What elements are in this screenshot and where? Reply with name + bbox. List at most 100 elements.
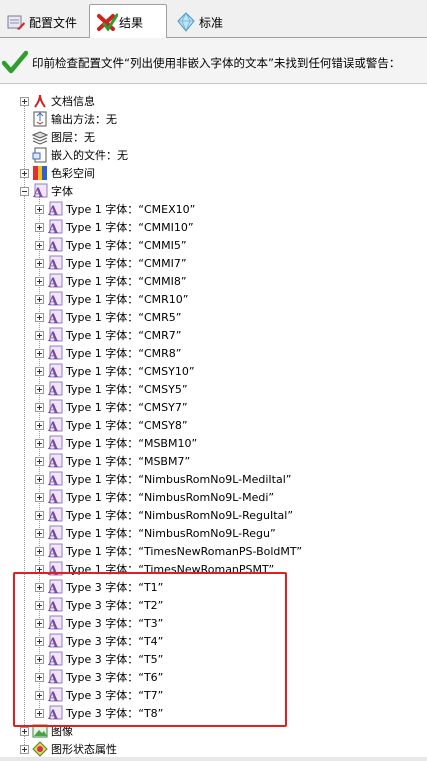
expand-icon[interactable] [35, 312, 44, 322]
tree-row-label: Type 1 字体：“CMEX10” [66, 203, 196, 216]
expand-icon[interactable] [35, 276, 44, 286]
tree-row[interactable]: A Type 1 字体：“CMR5” [0, 308, 427, 327]
tree-row-label: Type 1 字体：“CMMI10” [66, 221, 194, 234]
expand-icon[interactable] [35, 492, 44, 502]
tree-row[interactable]: A Type 1 字体：“CMR10” [0, 290, 427, 309]
tree-row[interactable]: A Type 1 字体：“NimbusRomNo9L-Regu” [0, 524, 427, 543]
result-banner: 印前检查配置文件“列出使用非嵌入字体的文本”未找到任何错误或警告： [0, 38, 427, 84]
expand-icon[interactable] [35, 510, 44, 520]
expand-icon[interactable] [35, 438, 44, 448]
tree-row[interactable]: A Type 1 字体：“CMSY10” [0, 362, 427, 381]
tree-row[interactable]: A Type 1 字体：“NimbusRomNo9L-ReguItal” [0, 506, 427, 525]
font-icon: A [47, 381, 63, 399]
expand-icon[interactable] [20, 168, 29, 178]
svg-text:A: A [47, 222, 59, 235]
font-icon: A [47, 273, 63, 291]
tree-row[interactable]: A Type 1 字体：“MSBM10” [0, 434, 427, 453]
expand-icon[interactable] [20, 744, 29, 754]
tree-row[interactable]: A Type 1 字体：“CMMI8” [0, 272, 427, 291]
tree-row-label: 嵌入的文件：无 [51, 149, 128, 162]
expand-icon[interactable] [35, 528, 44, 538]
tree-row[interactable]: A 字体 [0, 182, 427, 201]
expand-icon[interactable] [35, 402, 44, 412]
expand-icon[interactable] [35, 420, 44, 430]
expand-icon[interactable] [20, 96, 29, 106]
tab-results[interactable]: 结果 [89, 4, 167, 39]
diamond-icon [176, 12, 196, 33]
tree-row-label: Type 1 字体：“CMSY7” [66, 401, 188, 414]
font-icon: A [47, 291, 63, 309]
svg-text:A: A [47, 294, 59, 307]
svg-text:A: A [47, 456, 59, 469]
svg-text:A: A [47, 402, 59, 415]
output-icon [32, 111, 48, 127]
collapse-icon[interactable] [20, 186, 29, 196]
tree-row[interactable]: 色彩空间 [0, 164, 427, 182]
expand-icon[interactable] [35, 294, 44, 304]
expand-icon[interactable] [35, 348, 44, 358]
tree-row[interactable]: A Type 1 字体：“CMR8” [0, 344, 427, 363]
tree-row[interactable]: A Type 1 字体：“CMSY7” [0, 398, 427, 417]
tree-row[interactable]: A Type 1 字体：“NimbusRomNo9L-MediItal” [0, 470, 427, 489]
expand-icon[interactable] [35, 456, 44, 466]
tree-row[interactable]: 嵌入的文件：无 [0, 146, 427, 164]
tree-row[interactable]: 图层：无 [0, 128, 427, 146]
svg-text:A: A [47, 438, 59, 451]
highlight-box [13, 572, 287, 727]
expand-icon[interactable] [35, 222, 44, 232]
tab-standards[interactable]: 标准 [170, 6, 240, 38]
expand-icon[interactable] [35, 474, 44, 484]
tree-row[interactable]: A Type 1 字体：“MSBM7” [0, 452, 427, 471]
expand-icon[interactable] [35, 546, 44, 556]
tree-row-label: Type 1 字体：“CMR8” [66, 347, 182, 360]
wrench-icon [6, 12, 26, 32]
expand-icon[interactable] [35, 258, 44, 268]
font-icon: A [47, 435, 63, 453]
svg-text:A: A [47, 492, 59, 505]
layers-icon [31, 129, 49, 145]
tab-bar: 配置文件 结果 标准 [0, 0, 427, 39]
tree-row[interactable]: A Type 1 字体：“TimesNewRomanPS-BoldMT” [0, 542, 427, 561]
svg-text:A: A [47, 276, 59, 289]
tree-row[interactable]: A Type 1 字体：“CMMI5” [0, 236, 427, 255]
tree-row[interactable]: A Type 1 字体：“CMMI10” [0, 218, 427, 237]
tree-row[interactable]: 文档信息 [0, 92, 427, 110]
tab-label: 标准 [199, 15, 224, 30]
expand-icon[interactable] [35, 240, 44, 250]
banner-message: 印前检查配置文件“列出使用非嵌入字体的文本”未找到任何错误或警告： [32, 56, 401, 70]
tree-row[interactable]: A Type 1 字体：“NimbusRomNo9L-Medi” [0, 488, 427, 507]
font-icon: A [47, 363, 63, 381]
tree-row[interactable]: A Type 1 字体：“CMSY8” [0, 416, 427, 435]
font-icon: A [32, 183, 48, 201]
svg-text:A: A [47, 420, 59, 433]
expand-icon[interactable] [35, 384, 44, 394]
tree-row[interactable]: A Type 1 字体：“CMR7” [0, 326, 427, 345]
font-icon: A [47, 237, 63, 255]
tree-row-label: Type 1 字体：“NimbusRomNo9L-MediItal” [66, 473, 292, 486]
tree-row-label: 字体 [51, 185, 73, 198]
font-icon: A [47, 417, 63, 435]
tree-row-label: Type 1 字体：“NimbusRomNo9L-Medi” [66, 491, 275, 504]
tree-row-label: Type 1 字体：“CMSY5” [66, 383, 188, 396]
tree-row[interactable]: 图形状态属性 [0, 740, 427, 758]
tab-label: 结果 [119, 15, 144, 30]
tree-row-label: Type 1 字体：“NimbusRomNo9L-Regu” [66, 527, 276, 540]
expand-icon[interactable] [35, 366, 44, 376]
tree-row[interactable]: A Type 1 字体：“CMEX10” [0, 200, 427, 219]
tree-row[interactable]: A Type 1 字体：“CMMI7” [0, 254, 427, 273]
expand-icon[interactable] [35, 204, 44, 214]
tree-row[interactable]: A Type 1 字体：“CMSY5” [0, 380, 427, 399]
svg-text:A: A [47, 528, 59, 541]
expand-icon[interactable] [35, 330, 44, 340]
tree-row[interactable]: 输出方法：无 [0, 110, 427, 128]
svg-text:A: A [47, 312, 59, 325]
tree-row-label: 图层：无 [51, 131, 95, 144]
font-icon: A [47, 453, 63, 471]
tree-row-label: 色彩空间 [51, 167, 95, 180]
svg-text:A: A [47, 510, 59, 523]
expand-icon[interactable] [20, 726, 29, 736]
font-icon: A [47, 489, 63, 507]
tab-profiles[interactable]: 配置文件 [0, 6, 86, 38]
font-icon: A [47, 507, 63, 525]
red-x-check-icon [96, 12, 119, 32]
